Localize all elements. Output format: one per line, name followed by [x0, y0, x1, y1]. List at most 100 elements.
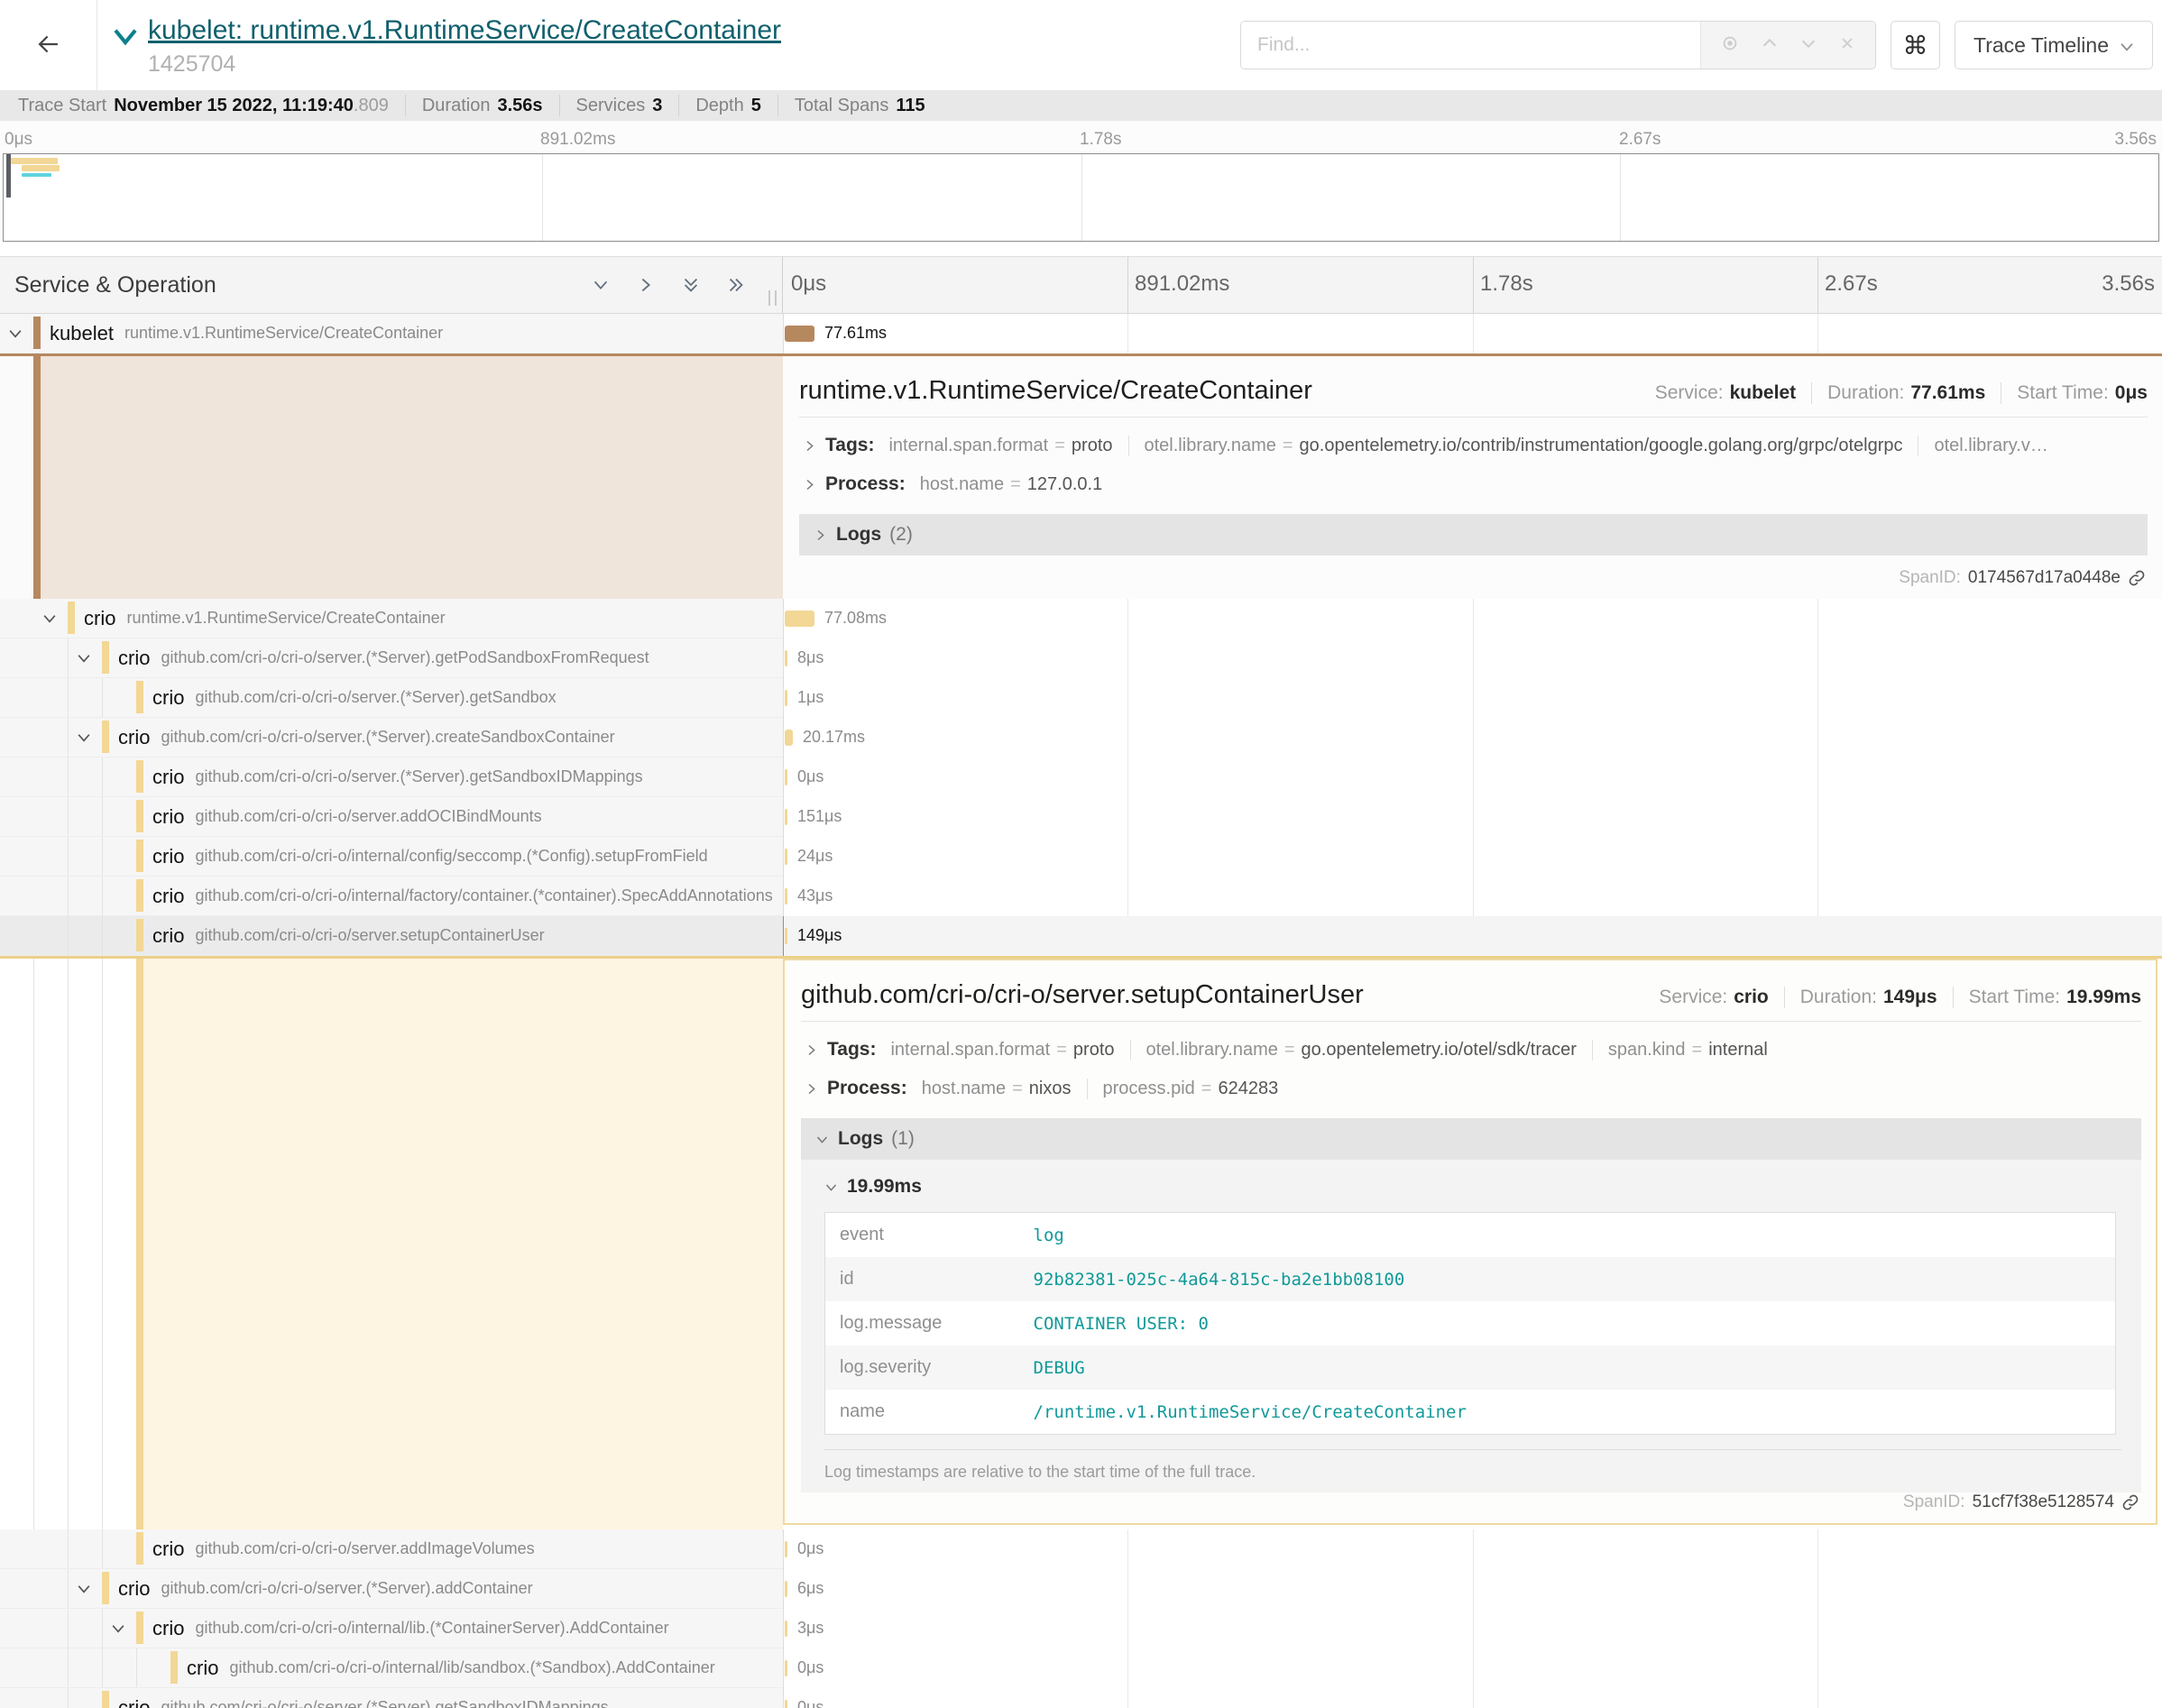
span-timeline-cell[interactable]: 0μs — [783, 758, 2162, 797]
row-collapse-icon[interactable] — [109, 1620, 127, 1638]
span-timeline-cell[interactable]: 149μs — [783, 916, 2162, 956]
span-row[interactable]: criogithub.com/cri-o/cri-o/server.(*Serv… — [0, 1688, 2162, 1708]
logs-toggle[interactable]: Logs (2) — [799, 514, 2148, 556]
span-duration-bar[interactable] — [785, 1581, 787, 1597]
span-duration-bar[interactable] — [785, 1700, 787, 1708]
span-timeline-cell[interactable]: 24μs — [783, 837, 2162, 877]
trace-duration: Duration3.56s — [405, 95, 559, 116]
column-resize-grip[interactable] — [768, 290, 777, 306]
span-name-cell[interactable]: criogithub.com/cri-o/cri-o/server.(*Serv… — [0, 758, 783, 797]
span-row[interactable]: criogithub.com/cri-o/cri-o/server.addIma… — [0, 1529, 2162, 1569]
keyboard-shortcuts-button[interactable]: ⌘ — [1891, 21, 1940, 69]
span-duration-bar[interactable] — [785, 1541, 787, 1557]
tags-toggle[interactable]: Tags: internal.span.format=protootel.lib… — [801, 1022, 2141, 1061]
span-name-cell[interactable]: criogithub.com/cri-o/cri-o/server.addOCI… — [0, 797, 783, 837]
span-row[interactable]: criogithub.com/cri-o/cri-o/server.addOCI… — [0, 797, 2162, 837]
trace-title-link[interactable]: kubelet: runtime.v1.RuntimeService/Creat… — [148, 14, 781, 47]
span-name-cell[interactable]: criogithub.com/cri-o/cri-o/server.(*Serv… — [0, 1688, 783, 1708]
span-duration-bar[interactable] — [785, 690, 787, 706]
row-collapse-icon[interactable] — [41, 610, 59, 628]
span-timeline-cell[interactable]: 0μs — [783, 1648, 2162, 1688]
span-row[interactable]: criogithub.com/cri-o/cri-o/server.(*Serv… — [0, 638, 2162, 678]
span-duration-bar[interactable] — [785, 1660, 787, 1676]
expand-all-icon[interactable] — [726, 275, 746, 295]
minimap-canvas[interactable] — [3, 153, 2159, 242]
span-timeline-cell[interactable]: 6μs — [783, 1569, 2162, 1609]
tree-controls — [591, 275, 782, 295]
span-timeline-cell[interactable]: 77.61ms — [783, 314, 2162, 354]
collapse-one-icon[interactable] — [591, 275, 611, 295]
span-duration-bar[interactable] — [785, 611, 814, 627]
collapse-all-icon[interactable] — [681, 275, 701, 295]
row-collapse-icon[interactable] — [75, 1580, 93, 1598]
log-note: Log timestamps are relative to the start… — [824, 1449, 2121, 1482]
locate-icon[interactable] — [1720, 33, 1740, 58]
service-operation-header: Service & Operation — [0, 257, 783, 313]
row-collapse-icon[interactable] — [6, 325, 24, 343]
span-duration-bar[interactable] — [785, 769, 787, 785]
row-collapse-icon[interactable] — [75, 729, 93, 747]
span-duration-bar[interactable] — [785, 888, 787, 905]
span-name-cell[interactable]: criogithub.com/cri-o/cri-o/internal/conf… — [0, 837, 783, 877]
span-row[interactable]: criogithub.com/cri-o/cri-o/server.(*Serv… — [0, 718, 2162, 758]
span-name-cell[interactable]: criogithub.com/cri-o/cri-o/server.addIma… — [0, 1529, 783, 1569]
span-duration-bar[interactable] — [785, 809, 787, 825]
span-timeline-cell[interactable]: 151μs — [783, 797, 2162, 837]
span-timeline-cell[interactable]: 20.17ms — [783, 718, 2162, 758]
view-select-button[interactable]: Trace Timeline — [1955, 21, 2153, 69]
link-icon[interactable] — [2121, 1493, 2139, 1511]
span-row[interactable]: criogithub.com/cri-o/cri-o/internal/fact… — [0, 877, 2162, 916]
span-duration-bar[interactable] — [785, 928, 787, 944]
minimap-drag-handle[interactable] — [6, 154, 11, 197]
span-duration-bar[interactable] — [785, 730, 793, 746]
span-timeline-cell[interactable]: 77.08ms — [783, 599, 2162, 638]
find-input[interactable] — [1241, 22, 1700, 69]
span-row[interactable]: criogithub.com/cri-o/cri-o/internal/lib/… — [0, 1648, 2162, 1688]
expand-one-icon[interactable] — [636, 275, 656, 295]
span-name-cell[interactable]: criogithub.com/cri-o/cri-o/internal/lib/… — [0, 1648, 783, 1688]
span-row[interactable]: criogithub.com/cri-o/cri-o/internal/conf… — [0, 837, 2162, 877]
span-timeline-cell[interactable]: 0μs — [783, 1529, 2162, 1569]
span-timeline-cell[interactable]: 1μs — [783, 678, 2162, 718]
span-duration-bar[interactable] — [785, 1621, 787, 1637]
span-row[interactable]: criogithub.com/cri-o/cri-o/internal/lib.… — [0, 1609, 2162, 1648]
span-timeline-cell[interactable]: 3μs — [783, 1609, 2162, 1648]
span-name-cell[interactable]: criogithub.com/cri-o/cri-o/internal/fact… — [0, 877, 783, 916]
span-color-bar — [136, 879, 143, 912]
link-icon[interactable] — [2128, 569, 2146, 587]
span-timeline-cell[interactable]: 8μs — [783, 638, 2162, 678]
span-name-cell[interactable]: criogithub.com/cri-o/cri-o/server.(*Serv… — [0, 678, 783, 718]
process-toggle[interactable]: Process: host.name=127.0.0.1 — [799, 456, 2148, 495]
next-match-icon[interactable] — [1799, 33, 1818, 58]
span-name-cell[interactable]: criogithub.com/cri-o/cri-o/server.(*Serv… — [0, 718, 783, 758]
span-duration-bar[interactable] — [785, 849, 787, 865]
span-row[interactable]: criogithub.com/cri-o/cri-o/server.(*Serv… — [0, 758, 2162, 797]
span-timeline-cell[interactable]: 43μs — [783, 877, 2162, 916]
span-operation-name: github.com/cri-o/cri-o/server.(*Server).… — [161, 728, 614, 747]
span-timeline-cell[interactable]: 0μs — [783, 1688, 2162, 1708]
trace-collapse-icon[interactable] — [112, 27, 139, 47]
span-row[interactable]: crioruntime.v1.RuntimeService/CreateCont… — [0, 599, 2162, 638]
span-name-cell[interactable]: criogithub.com/cri-o/cri-o/internal/lib.… — [0, 1609, 783, 1648]
prev-match-icon[interactable] — [1760, 33, 1780, 58]
span-row[interactable]: kubeletruntime.v1.RuntimeService/CreateC… — [0, 314, 2162, 354]
span-row[interactable]: criogithub.com/cri-o/cri-o/server.setupC… — [0, 916, 2162, 956]
span-name-cell[interactable]: criogithub.com/cri-o/cri-o/server.(*Serv… — [0, 1569, 783, 1609]
log-entry-toggle[interactable]: 19.99ms — [824, 1176, 2121, 1198]
tags-toggle[interactable]: Tags: internal.span.format=protootel.lib… — [799, 418, 2148, 456]
back-button[interactable] — [0, 0, 97, 90]
span-name-cell[interactable]: criogithub.com/cri-o/cri-o/server.setupC… — [0, 916, 783, 956]
span-duration-label: 6μs — [797, 1579, 823, 1598]
row-collapse-icon[interactable] — [75, 649, 93, 667]
span-row[interactable]: criogithub.com/cri-o/cri-o/server.(*Serv… — [0, 1569, 2162, 1609]
span-name-cell[interactable]: criogithub.com/cri-o/cri-o/server.(*Serv… — [0, 638, 783, 678]
process-toggle[interactable]: Process: host.name=nixosprocess.pid=6242… — [801, 1061, 2141, 1099]
span-duration-bar[interactable] — [785, 326, 814, 342]
span-duration-bar[interactable] — [785, 650, 787, 666]
span-name-cell[interactable]: crioruntime.v1.RuntimeService/CreateCont… — [0, 599, 783, 638]
clear-search-icon[interactable] — [1838, 34, 1856, 57]
span-name-cell[interactable]: kubeletruntime.v1.RuntimeService/CreateC… — [0, 314, 783, 354]
span-duration-label: 151μs — [797, 807, 842, 826]
span-row[interactable]: criogithub.com/cri-o/cri-o/server.(*Serv… — [0, 678, 2162, 718]
logs-toggle[interactable]: Logs (1) — [801, 1118, 2141, 1160]
